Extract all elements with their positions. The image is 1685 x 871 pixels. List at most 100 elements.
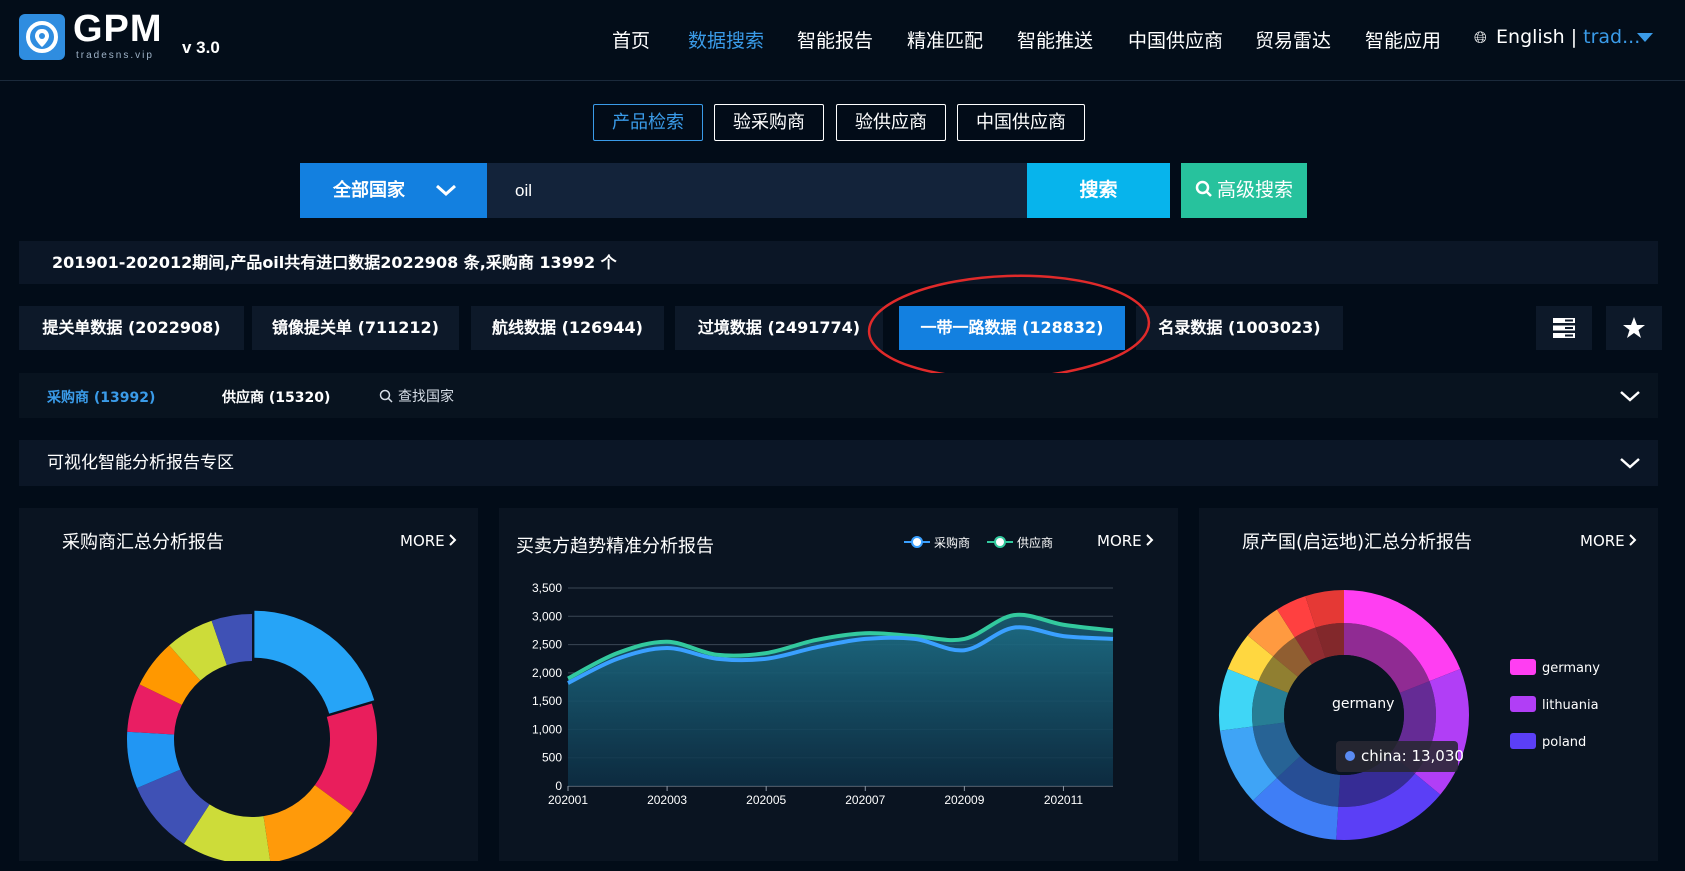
chevron-down-icon[interactable] [1618, 455, 1642, 471]
search-icon [1195, 180, 1212, 197]
chart-tooltip: china: 13,030 [1336, 741, 1464, 772]
y-tick-label: 3,000 [532, 609, 562, 623]
x-tick-label: 202005 [746, 793, 786, 807]
legend-item[interactable]: lithuania [1510, 696, 1599, 713]
filter-buyers[interactable]: 采购商 (13992) [47, 387, 155, 407]
buyer-report-panel: 采购商汇总分析报告 MORE [19, 508, 478, 864]
donut-slice[interactable] [254, 610, 375, 714]
chevron-right-icon [449, 534, 457, 546]
nav-home[interactable]: 首页 [612, 26, 650, 53]
report-zone-header[interactable]: 可视化智能分析报告专区 [19, 440, 1658, 486]
report-zone-title: 可视化智能分析报告专区 [47, 453, 234, 473]
y-tick-label: 0 [555, 779, 562, 793]
y-tick-label: 500 [542, 751, 562, 765]
y-tick-label: 1,500 [532, 694, 562, 708]
y-tick-label: 2,500 [532, 638, 562, 652]
legend-item[interactable]: poland [1510, 733, 1586, 750]
tab-belt-road-data[interactable]: 一带一路数据 (128832) [899, 306, 1125, 350]
legend-item[interactable]: germany [1510, 659, 1600, 676]
legend-label: 供应商 [1017, 536, 1054, 550]
advanced-search-button[interactable]: 高级搜索 [1181, 163, 1307, 218]
country-dropdown[interactable]: 全部国家 [300, 163, 487, 218]
more-link[interactable]: MORE [400, 532, 457, 550]
filter-bar: 采购商 (13992) 供应商 (15320) 查找国家 [19, 373, 1658, 418]
nav-data-search[interactable]: 数据搜索 [688, 26, 764, 53]
trend-report-panel: 买卖方趋势精准分析报告 采购商 供应商 MORE 0 500 1,000 1,500 2… [499, 508, 1178, 861]
result-summary: 201901-202012期间,产品oil共有进口数据2022908 条,采购商… [19, 241, 1658, 284]
legend-suppliers[interactable]: 供应商 [987, 534, 1053, 551]
top-navigation: GPM tradesns.vip v 3.0 首页 数据搜索 智能报告 精准匹配… [0, 0, 1685, 81]
chevron-right-icon [1629, 534, 1637, 546]
x-tick-label: 202001 [548, 793, 588, 807]
tab-mirror-bill[interactable]: 镜像提关单 (711212) [252, 306, 459, 350]
search-button[interactable]: 搜索 [1027, 163, 1170, 218]
tooltip-marker [1345, 751, 1355, 761]
list-view-button[interactable] [1536, 306, 1592, 350]
legend-swatch [1510, 696, 1536, 712]
favorite-button[interactable] [1606, 306, 1662, 350]
legend-label: lithuania [1542, 698, 1599, 713]
country-finder[interactable]: 查找国家 [379, 386, 454, 406]
y-tick-label: 1,000 [532, 722, 562, 736]
nav-smart-push[interactable]: 智能推送 [1017, 26, 1093, 53]
x-tick-label: 202009 [944, 793, 984, 807]
legend-label: 采购商 [934, 536, 971, 550]
tab-verify-buyers[interactable]: 验采购商 [714, 104, 824, 141]
legend-swatch [1510, 659, 1536, 675]
tab-route-data[interactable]: 航线数据 (126944) [471, 306, 664, 350]
buyer-donut-chart [127, 610, 377, 864]
tab-china-suppliers[interactable]: 中国供应商 [957, 104, 1085, 141]
tooltip-value: 13,030 [1411, 747, 1464, 765]
legend-label: germany [1542, 661, 1600, 676]
more-link[interactable]: MORE [1580, 532, 1637, 550]
y-tick-label: 2,000 [532, 666, 562, 680]
star-icon [1623, 317, 1645, 338]
chevron-down-icon [436, 184, 456, 197]
advanced-search-label: 高级搜索 [1216, 179, 1293, 201]
nav-smart-report[interactable]: 智能报告 [797, 26, 873, 53]
tab-verify-suppliers[interactable]: 验供应商 [836, 104, 946, 141]
more-link[interactable]: MORE [1097, 532, 1154, 550]
donut-center-label: germany [1332, 696, 1395, 712]
tab-bill-of-lading[interactable]: 提关单数据 (2022908) [19, 306, 244, 350]
panel-title: 原产国(启运地)汇总分析报告 [1242, 532, 1473, 553]
legend-buyers[interactable]: 采购商 [904, 534, 970, 551]
filter-suppliers[interactable]: 供应商 (15320) [222, 387, 330, 407]
language-switch[interactable]: 🌐︎ English | trad... [1474, 26, 1640, 48]
tab-transit-data[interactable]: 过境数据 (2491774) [675, 306, 883, 350]
x-tick-label: 202007 [845, 793, 885, 807]
chevron-down-icon[interactable] [1618, 388, 1642, 404]
country-dropdown-label: 全部国家 [333, 180, 405, 201]
more-label: MORE [1097, 532, 1142, 550]
x-tick-label: 202011 [1044, 793, 1083, 807]
nav-precise-match[interactable]: 精准匹配 [907, 26, 983, 53]
user-name[interactable]: trad... [1583, 26, 1640, 48]
tab-product-search[interactable]: 产品检索 [593, 104, 703, 141]
panel-title: 买卖方趋势精准分析报告 [516, 536, 714, 557]
search-input[interactable] [487, 163, 1027, 218]
nav-trade-radar[interactable]: 贸易雷达 [1255, 26, 1331, 53]
translate-icon: 🌐︎ [1474, 28, 1487, 47]
tab-directory-data[interactable]: 名录数据 (1003023) [1136, 306, 1343, 350]
logo-text: GPM [73, 8, 163, 50]
nav-china-suppliers[interactable]: 中国供应商 [1128, 26, 1223, 53]
country-finder-label: 查找国家 [398, 389, 454, 405]
gpm-logo-icon[interactable] [19, 14, 65, 60]
y-tick-label: 3,500 [532, 581, 562, 595]
origin-donut-chart [1219, 590, 1469, 840]
list-icon [1553, 318, 1575, 338]
more-label: MORE [1580, 532, 1625, 550]
tooltip-name: china [1361, 747, 1402, 765]
legend-swatch [1510, 733, 1536, 749]
version-label: v 3.0 [182, 38, 220, 57]
nav-smart-apps[interactable]: 智能应用 [1365, 26, 1441, 53]
legend-marker-icon [904, 536, 930, 548]
separator: | [1570, 26, 1578, 48]
chevron-right-icon [1146, 534, 1154, 546]
origin-report-panel: 原产国(启运地)汇总分析报告 MORE germany lithuania po… [1199, 508, 1658, 861]
logo-domain: tradesns.vip [76, 50, 154, 61]
caret-down-icon[interactable] [1637, 33, 1653, 42]
panel-title: 采购商汇总分析报告 [62, 532, 224, 553]
more-label: MORE [400, 532, 445, 550]
legend-marker-icon [987, 536, 1013, 548]
